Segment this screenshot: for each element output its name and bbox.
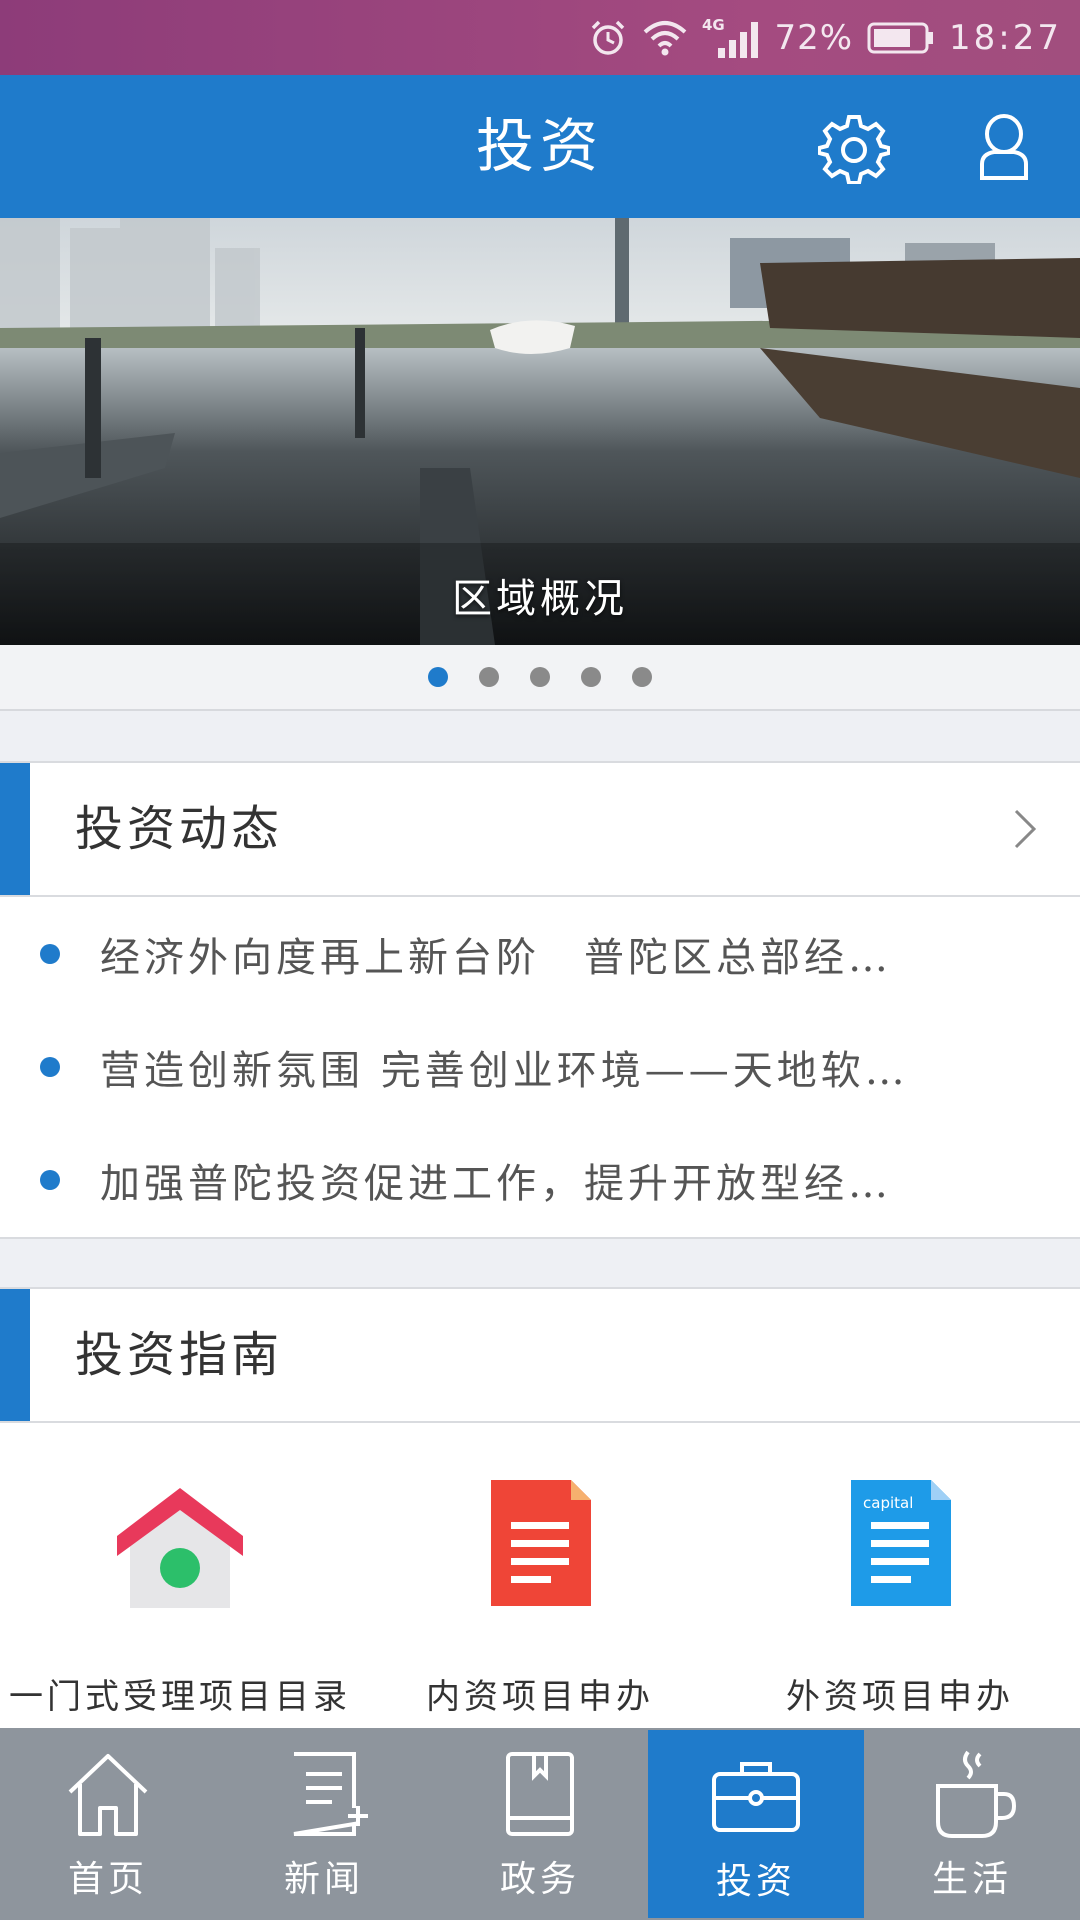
signal-4g-icon: 4G — [702, 14, 760, 62]
coffee-cup-icon — [936, 1750, 1017, 1838]
bullet-icon — [40, 1169, 60, 1190]
banner-caption: 区域概况 — [452, 576, 628, 622]
news-list: 经济外向度再上新台阶 普陀区总部经… 营造创新氛围 完善创业环境——天地软… 加… — [0, 897, 1080, 1239]
bullet-icon — [40, 943, 60, 964]
house-icon — [117, 1488, 243, 1608]
news-icon — [293, 1752, 368, 1836]
gear-icon — [817, 115, 891, 185]
list-item[interactable]: 加强普陀投资促进工作，提升开放型经… — [0, 1123, 1080, 1236]
alarm-icon — [588, 18, 628, 58]
guide-label: 外资项目申办 — [786, 1677, 1014, 1717]
guide-item-domestic[interactable]: 内资项目申办 — [360, 1423, 720, 1728]
nav-label: 首页 — [67, 1859, 148, 1900]
bullet-icon — [40, 1056, 60, 1077]
section-title: 投资动态 — [75, 801, 284, 857]
carousel-dot[interactable] — [479, 667, 499, 687]
chevron-right-icon[interactable] — [1010, 807, 1040, 851]
section-title: 投资指南 — [75, 1327, 284, 1383]
settings-button[interactable] — [817, 112, 891, 185]
wifi-icon — [642, 18, 688, 58]
red-document-icon — [491, 1480, 591, 1606]
section-accent-bar — [0, 1289, 30, 1421]
nav-item-government[interactable]: 政务 — [432, 1728, 648, 1920]
home-icon — [68, 1754, 148, 1836]
blue-document-icon: capital — [851, 1480, 951, 1606]
carousel-dot[interactable] — [428, 667, 448, 687]
news-title: 营造创新氛围 完善创业环境——天地软… — [100, 1047, 909, 1094]
banner-carousel[interactable]: 区域概况 — [0, 218, 1080, 645]
guide-item-one-stop[interactable]: 一门式受理项目目录 — [0, 1423, 360, 1728]
capital-text: capital — [863, 1494, 913, 1512]
investment-guide-header: 投资指南 — [0, 1287, 1080, 1423]
user-icon — [980, 114, 1028, 180]
guide-item-foreign[interactable]: capital 外资项目申办 — [720, 1423, 1080, 1728]
guide-label: 一门式受理项目目录 — [9, 1677, 351, 1717]
nav-item-life[interactable]: 生活 — [864, 1728, 1080, 1920]
app-header: 投资 — [0, 75, 1080, 218]
list-item[interactable]: 营造创新氛围 完善创业环境——天地软… — [0, 1010, 1080, 1123]
list-item[interactable]: 经济外向度再上新台阶 普陀区总部经… — [0, 897, 1080, 1010]
nav-label: 生活 — [931, 1859, 1012, 1900]
news-title: 加强普陀投资促进工作，提升开放型经… — [100, 1160, 892, 1207]
book-icon — [506, 1752, 574, 1836]
battery-percent: 72% — [774, 17, 854, 58]
page-title: 投资 — [475, 112, 604, 180]
nav-item-investment[interactable]: 投资 — [648, 1730, 864, 1918]
section-accent-bar — [0, 763, 30, 895]
carousel-dot[interactable] — [632, 667, 652, 687]
battery-icon — [867, 21, 935, 55]
user-button[interactable] — [968, 112, 1040, 184]
status-bar: 4G 72% 18:27 — [0, 0, 1080, 75]
news-title: 经济外向度再上新台阶 普陀区总部经… — [100, 934, 892, 981]
nav-label: 投资 — [715, 1861, 796, 1902]
bottom-nav: 首页 新闻 政务 投资 生活 — [0, 1728, 1080, 1920]
network-type-label: 4G — [702, 16, 725, 34]
nav-label: 政务 — [499, 1859, 580, 1900]
clock: 18:27 — [949, 17, 1062, 58]
nav-item-news[interactable]: 新闻 — [216, 1728, 432, 1920]
carousel-indicator — [0, 645, 1080, 711]
carousel-dot[interactable] — [530, 667, 550, 687]
nav-item-home[interactable]: 首页 — [0, 1728, 216, 1920]
nav-label: 新闻 — [283, 1859, 364, 1900]
carousel-dot[interactable] — [581, 667, 601, 687]
guide-grid: 一门式受理项目目录 内资项目申办 capital 外资项目申办 — [0, 1423, 1080, 1728]
briefcase-icon — [712, 1762, 800, 1832]
guide-label: 内资项目申办 — [426, 1677, 654, 1717]
investment-news-header[interactable]: 投资动态 — [0, 761, 1080, 897]
